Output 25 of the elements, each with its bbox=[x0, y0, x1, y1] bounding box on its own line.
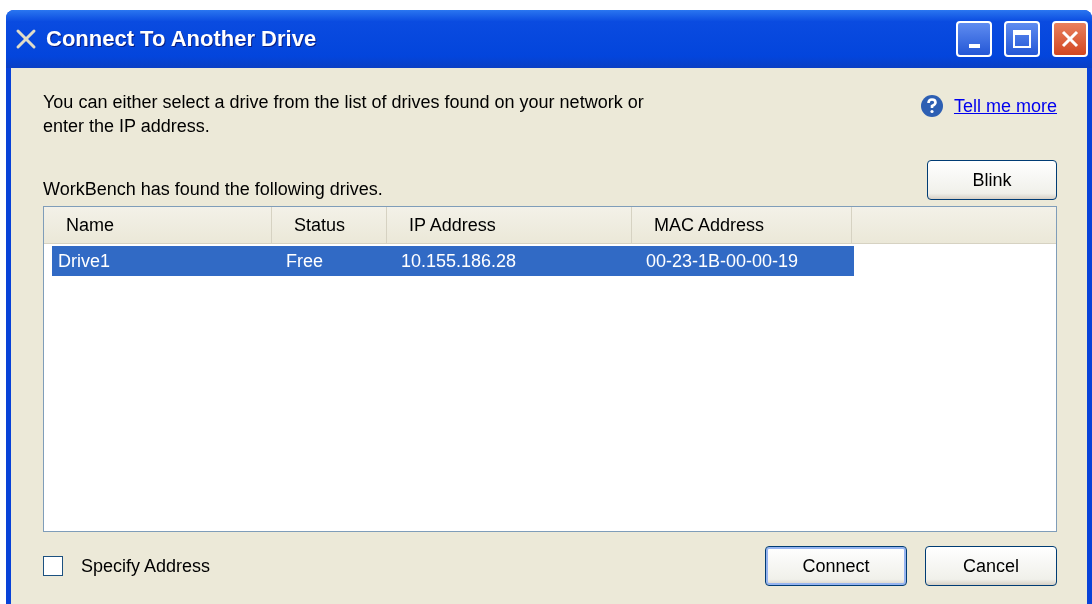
table-cell-text: Drive1 bbox=[57, 249, 111, 273]
minimize-icon bbox=[968, 44, 980, 48]
checkbox-label: Specify Address bbox=[81, 555, 212, 577]
dialog-button[interactable]: Connect bbox=[765, 546, 907, 586]
column-header[interactable]: Status bbox=[272, 207, 387, 243]
table-cell-text: Free bbox=[285, 249, 324, 273]
intro-text: You can either select a drive from the list of drives found on your network or enter the IP address. bbox=[43, 91, 645, 138]
column-header[interactable]: MAC Address bbox=[632, 207, 852, 243]
window-title: Connect To Another Drive bbox=[46, 26, 318, 52]
table-cell-text: 10.155.186.28 bbox=[400, 249, 518, 273]
maximize-icon bbox=[1012, 29, 1032, 49]
maximize-button[interactable] bbox=[1004, 21, 1040, 57]
minimize-button[interactable] bbox=[956, 21, 992, 57]
table-cell-text: 00-23-1B-00-00-19 bbox=[645, 249, 800, 273]
drive-row[interactable]: Drive1 Free 10.155.186.28 00-23-1B-00-00-19 bbox=[52, 246, 854, 276]
help-icon bbox=[919, 94, 944, 118]
column-header[interactable]: Name bbox=[44, 207, 272, 243]
dialog-button[interactable]: Cancel bbox=[925, 546, 1057, 586]
help-link[interactable]: Tell me more bbox=[953, 95, 1057, 117]
close-button[interactable] bbox=[1052, 21, 1088, 57]
specify-address-checkbox[interactable] bbox=[43, 556, 63, 576]
blink-button[interactable]: Blink bbox=[927, 160, 1057, 200]
close-icon bbox=[1060, 29, 1080, 49]
column-header[interactable]: IP Address bbox=[387, 207, 632, 243]
list-caption: WorkBench has found the following drives. bbox=[43, 179, 383, 200]
